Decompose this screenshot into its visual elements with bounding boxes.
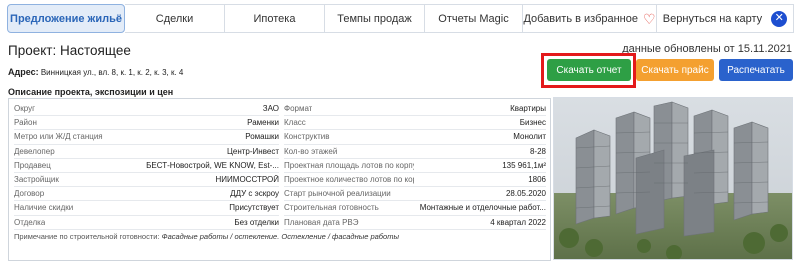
tab-magic-reports[interactable]: Отчеты Magic [425,4,523,33]
table-row: Застройщик НИИМОССТРОЙ [14,173,279,188]
tab-sales-pace[interactable]: Темпы продаж [325,4,425,33]
row-value: ДДУ с эскроу [230,189,279,199]
close-icon[interactable]: ✕ [771,10,788,27]
row-value: 8-28 [529,146,546,156]
heart-icon: ♡ [643,10,656,27]
row-key: Проектная площадь лотов по корпуса... [284,160,414,170]
row-value: Ромашки [245,132,279,142]
details-right-column: Формат Квартиры Класс Бизнес Конструктив Мо… [284,102,546,230]
row-key: Строительная готовность [284,203,379,213]
tab-back-to-map[interactable]: Вернуться на карту ✕ [657,4,794,33]
tab-label: Сделки [155,12,194,25]
tab-label: Темпы продаж [337,12,412,25]
row-key: Метро или Ж/Д станция [14,132,103,142]
row-key: Формат [284,104,313,114]
table-row: Продавец БЕСТ-Новострой, WE KNOW, Est-... [14,159,279,173]
row-value: ЗАО [262,104,279,114]
table-row: Проектное количество лотов по корп... 180… [284,173,546,188]
row-key: Округ [14,104,35,114]
table-row: Конструктив Монолит [284,130,546,145]
row-value: БЕСТ-Новострой, WE KNOW, Est-... [146,160,279,170]
table-row: Отделка Без отделки [14,216,279,230]
table-row: Класс Бизнес [284,116,546,131]
row-value: 28.05.2020 [505,189,546,199]
download-price-button[interactable]: Скачать прайс [636,59,714,81]
row-key: Застройщик [14,175,59,185]
note-text: Фасадные работы / остекление. Остекление… [161,232,399,241]
details-left-column: Округ ЗАО Район Раменки Метро или Ж/Д стан… [14,102,279,230]
project-label: Проект: [8,43,57,58]
row-value: Монтажные и отделочные работ... [419,203,546,213]
row-key: Девелопер [14,146,55,156]
table-row: Район Раменки [14,116,279,131]
project-name: Настоящее [60,43,131,58]
row-key: Наличие скидки [14,203,74,213]
row-key: Отделка [14,217,46,227]
row-key: Продавец [14,160,51,170]
project-image [553,97,793,260]
top-tabs: Предложение жильё Сделки Ипотека Темпы п… [7,4,794,33]
highlight-annotation [541,53,636,88]
tab-deals[interactable]: Сделки [125,4,225,33]
row-value: 1806 [528,175,546,185]
updated-date: данные обновлены от 15.11.2021 [622,43,792,55]
section-title: Описание проекта, экспозиции и цен [8,87,174,97]
project-details-panel: Округ ЗАО Район Раменки Метро или Ж/Д стан… [8,98,551,261]
row-value: НИИМОССТРОЙ [215,175,279,185]
construction-note: Примечание по строительной готовности: Ф… [14,232,399,241]
address: Адрес: Винницкая ул., вл. 8, к. 1, к. 2,… [8,67,183,77]
row-key: Плановая дата РВЭ [284,217,359,227]
tab-label: Добавить в избранное [523,12,638,25]
row-value: Присутствует [229,203,279,213]
table-row: Метро или Ж/Д станция Ромашки [14,130,279,145]
row-key: Договор [14,189,45,199]
tab-label: Предложение жильё [10,12,122,25]
tab-mortgage[interactable]: Ипотека [225,4,325,33]
address-value: Винницкая ул., вл. 8, к. 1, к. 2, к. 3, … [40,68,184,77]
tab-label: Ипотека [253,12,296,25]
tab-add-favorite[interactable]: Добавить в избранное ♡ [523,4,657,33]
row-value: Бизнес [519,118,546,128]
table-row: Плановая дата РВЭ 4 квартал 2022 [284,216,546,230]
table-row: Старт рыночной реализации 28.05.2020 [284,187,546,202]
project-render-illustration [554,98,792,259]
row-value: Квартиры [510,104,546,114]
address-label: Адрес: [8,67,39,77]
table-row: Наличие скидки Присутствует [14,201,279,216]
tab-housing-offer[interactable]: Предложение жильё [7,4,125,33]
row-key: Конструктив [284,132,330,142]
row-value: Центр-Инвест [226,146,279,156]
table-row: Проектная площадь лотов по корпуса... 135… [284,159,546,173]
row-key: Кол-во этажей [284,146,338,156]
row-key: Класс [284,118,306,128]
print-button[interactable]: Распечатать [719,59,793,81]
table-row: Округ ЗАО [14,102,279,117]
table-row: Договор ДДУ с эскроу [14,187,279,202]
table-row: Формат Квартиры [284,102,546,117]
row-value: Раменки [247,118,279,128]
table-row: Строительная готовность Монтажные и отдел… [284,201,546,216]
row-value: 135 961,1м² [502,160,546,170]
tab-label: Вернуться на карту [662,12,763,25]
row-key: Старт рыночной реализации [284,189,391,199]
table-row: Девелопер Центр-Инвест [14,145,279,159]
row-value: 4 квартал 2022 [490,217,546,227]
table-row: Кол-во этажей 8-28 [284,145,546,159]
row-value: Монолит [513,132,546,142]
row-value: Без отделки [234,217,279,227]
tab-label: Отчеты Magic [438,12,509,25]
page-title: Проект: Настоящее [8,43,131,58]
row-key: Район [14,118,37,128]
note-label: Примечание по строительной готовности: [14,232,160,241]
row-key: Проектное количество лотов по корп... [284,175,414,185]
